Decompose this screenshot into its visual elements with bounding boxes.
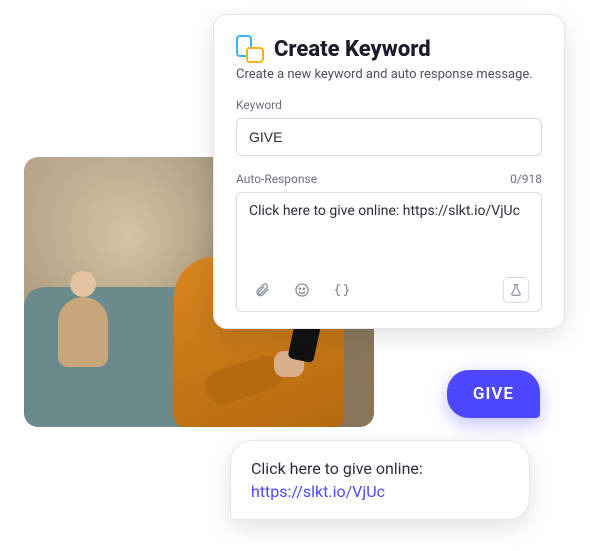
outgoing-message-bubble: GIVE bbox=[447, 370, 540, 418]
response-input[interactable] bbox=[249, 203, 529, 267]
card-title: Create Keyword bbox=[274, 37, 431, 62]
incoming-message-bubble: Click here to give online: https://slkt.… bbox=[230, 440, 530, 520]
attachment-icon[interactable] bbox=[249, 277, 275, 303]
outgoing-message-text: GIVE bbox=[473, 384, 514, 404]
card-subtitle: Create a new keyword and auto response m… bbox=[236, 67, 542, 82]
merge-field-icon[interactable] bbox=[329, 277, 355, 303]
keyword-input[interactable] bbox=[236, 118, 542, 156]
response-label: Auto-Response bbox=[236, 172, 317, 186]
create-keyword-card: Create Keyword Create a new keyword and … bbox=[213, 14, 565, 329]
incoming-message-link[interactable]: https://slkt.io/VjUc bbox=[251, 482, 385, 501]
test-icon[interactable] bbox=[503, 277, 529, 303]
incoming-message-text: Click here to give online: bbox=[251, 459, 423, 478]
keyword-label: Keyword bbox=[236, 98, 542, 112]
keyword-logo-icon bbox=[236, 35, 264, 63]
emoji-icon[interactable] bbox=[289, 277, 315, 303]
response-field bbox=[236, 192, 542, 312]
char-counter: 0/918 bbox=[510, 172, 542, 186]
